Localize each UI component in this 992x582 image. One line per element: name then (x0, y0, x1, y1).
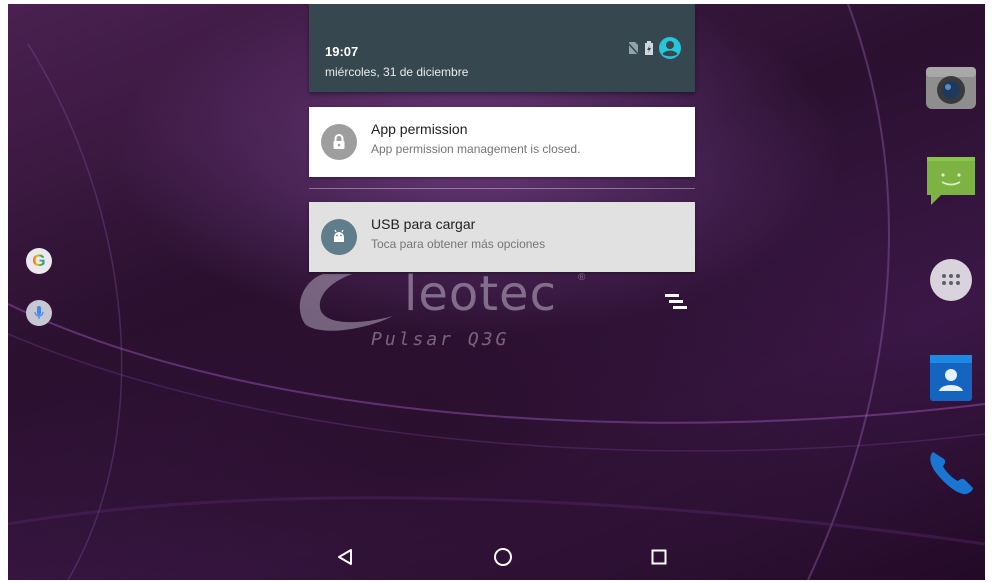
back-button[interactable] (331, 544, 359, 570)
back-icon (338, 549, 352, 565)
home-button[interactable] (489, 544, 517, 570)
no-sim-icon (626, 41, 640, 60)
notification-badge (321, 219, 357, 255)
brand-registered-mark: ® (578, 272, 586, 283)
contacts-icon (930, 355, 972, 401)
notification-body: App permission management is closed. (371, 142, 581, 156)
clock: 19:07 (325, 44, 359, 59)
camera-icon (926, 67, 976, 109)
leotec-logo-icon (299, 274, 393, 331)
recents-icon (651, 549, 667, 565)
notification-app-permission[interactable]: App permission App permission management… (309, 107, 695, 177)
messaging-icon (927, 157, 975, 205)
notification-body: Toca para obtener más opciones (371, 237, 546, 251)
date[interactable]: miércoles, 31 de diciembre (325, 65, 468, 79)
google-icon: G (32, 251, 46, 270)
status-icons (626, 37, 681, 64)
google-search-button[interactable]: G (26, 248, 52, 274)
battery-charging-icon (645, 41, 653, 60)
notification-badge (321, 124, 357, 160)
app-drawer-icon (930, 259, 972, 301)
notification-divider (309, 188, 695, 189)
navigation-bar (8, 532, 985, 580)
voice-search-button[interactable] (26, 300, 52, 326)
brand-name: leotec (404, 266, 557, 322)
home-icon (494, 548, 512, 566)
phone-icon (930, 452, 973, 495)
notification-usb-charging[interactable]: USB para cargar Toca para obtener más op… (309, 202, 695, 272)
model-name: Pulsar Q3G (371, 329, 510, 350)
android-icon (334, 229, 344, 242)
contacts-app[interactable] (923, 350, 979, 406)
user-account-icon[interactable] (659, 37, 681, 64)
messaging-app[interactable] (923, 152, 979, 208)
lock-icon (333, 134, 345, 149)
notification-shade-header[interactable]: 19:07 miércoles, 31 de diciembre (309, 4, 695, 92)
mic-icon (34, 306, 44, 319)
recents-button[interactable] (645, 544, 673, 570)
clear-all-notifications-button[interactable] (663, 290, 689, 314)
clear-all-icon (665, 294, 687, 309)
app-drawer-button[interactable] (923, 252, 979, 308)
phone-app[interactable] (923, 444, 979, 500)
camera-app[interactable] (923, 60, 979, 116)
notification-title: USB para cargar (371, 216, 476, 232)
home-screen: leotec ® Pulsar Q3G 19:07 miércoles, 31 … (8, 4, 985, 580)
notification-title: App permission (371, 121, 468, 137)
